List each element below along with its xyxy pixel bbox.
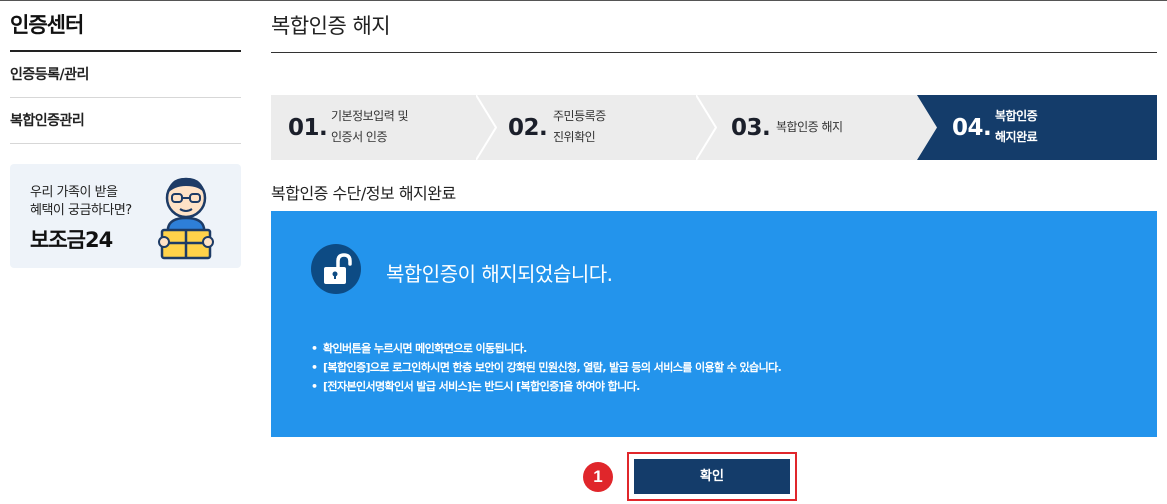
completion-headline: 복합인증이 해지되었습니다.: [386, 262, 613, 286]
step-3: 03. 복합인증 해지: [714, 95, 919, 160]
step-3-label-line1: 복합인증 해지: [776, 120, 843, 134]
step-3-number: 03.: [731, 115, 771, 141]
step-4-label-line1: 복합인증: [995, 109, 1038, 123]
banner-text-line2: 혜택이 궁금하다면?: [30, 203, 132, 218]
step-1-label-line2: 인증서 인증: [331, 130, 388, 144]
completion-notice: 복합인증이 해지되었습니다. 확인버튼을 누르시면 메인화면으로 이동됩니다. …: [271, 211, 1157, 437]
step-4-number: 04.: [952, 115, 992, 141]
step-2-label-line2: 진위확인: [553, 130, 596, 144]
step-2: 02. 주민등록증 진위확인: [493, 95, 698, 160]
step-4: 04. 복합인증 해지완료: [937, 95, 1157, 160]
step-4-label-line2: 해지완료: [995, 130, 1038, 144]
lock-badge: [311, 244, 361, 294]
notice-bullet: [복합인증]으로 로그인하시면 한층 보안이 강화된 민원신청, 열람, 발급 …: [311, 358, 782, 377]
notice-bullets: 확인버튼을 누르시면 메인화면으로 이동됩니다. [복합인증]으로 로그인하시면…: [311, 339, 782, 396]
banner-text-line1: 우리 가족이 받을: [30, 185, 118, 200]
page-title: 복합인증 해지: [271, 14, 391, 38]
notice-bullet: 확인버튼을 누르시면 메인화면으로 이동됩니다.: [311, 339, 781, 358]
confirm-highlight-frame: 확인: [627, 452, 797, 501]
unlocked-padlock-icon: [324, 253, 352, 284]
step-callout-badge: 1: [583, 462, 613, 492]
person-holding-gift-icon: [158, 177, 214, 260]
sidebar-item-multi-auth-management[interactable]: 복합인증관리: [10, 98, 241, 144]
sidebar-item-cert-management[interactable]: 인증등록/관리: [10, 52, 241, 98]
section-title: 복합인증 수단/정보 해지완료: [271, 184, 456, 203]
top-border: [0, 0, 1167, 1]
progress-steps: 01. 기본정보입력 및 인증서 인증 02. 주민등록증 진위확인 03. 복…: [271, 95, 1157, 160]
title-divider: [271, 52, 1157, 53]
banner-brand: 보조금24: [30, 228, 113, 252]
notice-bullet: [전자본인서명확인서 발급 서비스]는 반드시 [복합인증]을 하여야 합니다.: [311, 377, 781, 396]
step-1: 01. 기본정보입력 및 인증서 인증: [271, 95, 476, 160]
confirm-button[interactable]: 확인: [634, 459, 790, 494]
step-1-number: 01.: [288, 115, 328, 141]
sidebar: 인증센터 인증등록/관리 복합인증관리 우리 가족이 받을 혜택이 궁금하다면?…: [10, 8, 241, 268]
step-1-label-line1: 기본정보입력 및: [331, 109, 409, 123]
step-2-number: 02.: [508, 115, 548, 141]
step-2-label-line1: 주민등록증: [553, 109, 606, 123]
subsidy-banner[interactable]: 우리 가족이 받을 혜택이 궁금하다면? 보조금24: [10, 164, 241, 268]
sidebar-title: 인증센터: [10, 8, 241, 52]
